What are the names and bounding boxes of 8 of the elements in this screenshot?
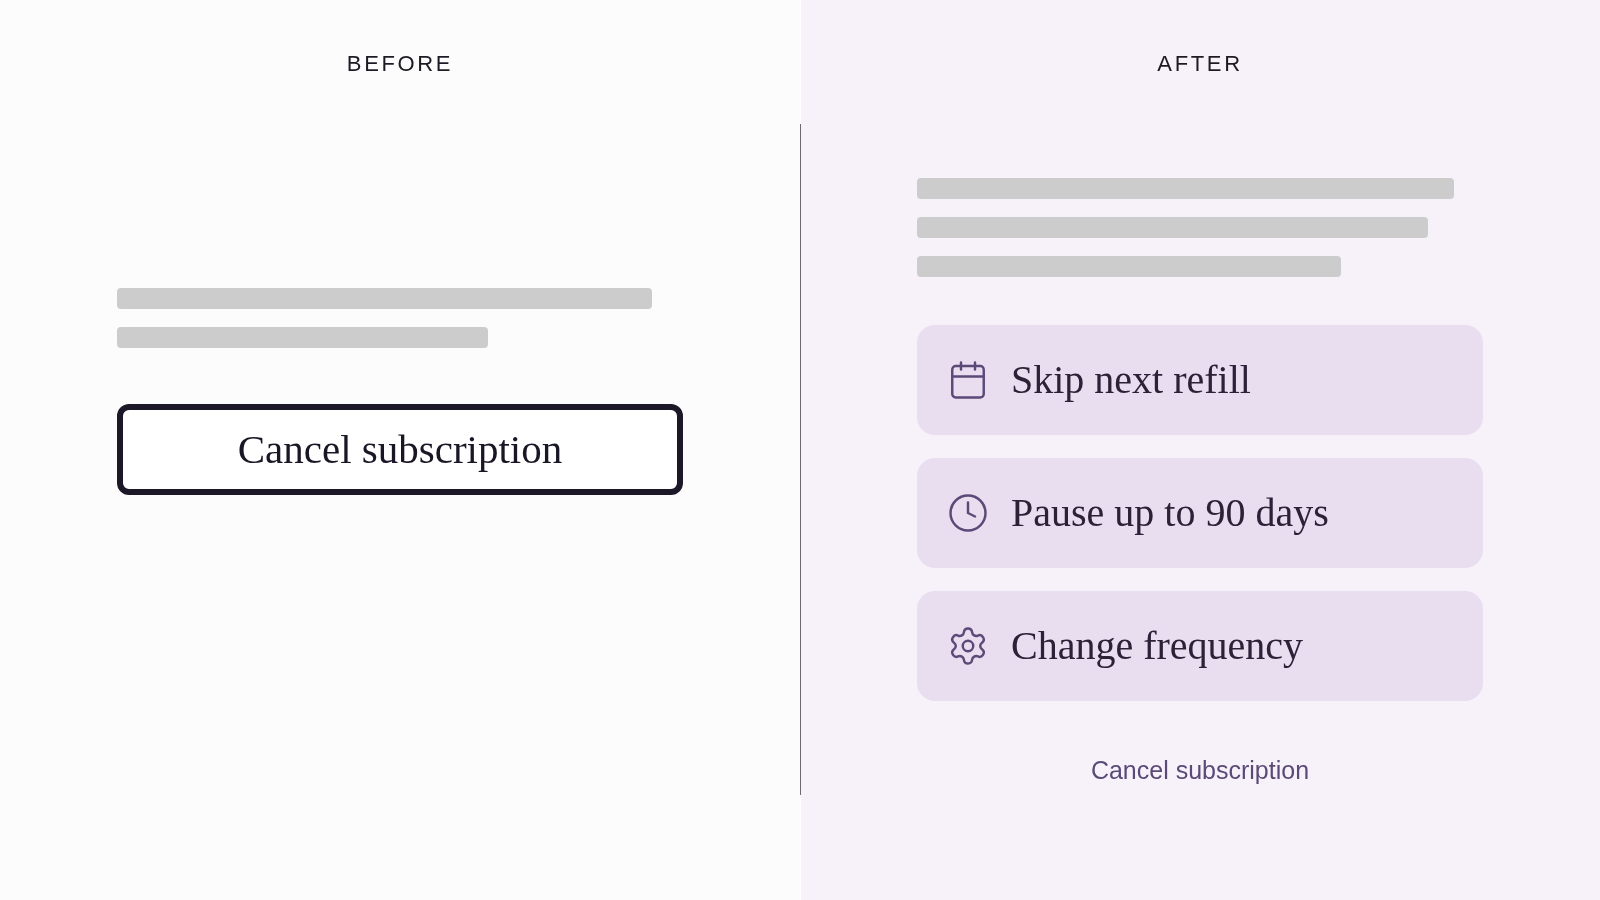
panel-heading: BEFORE xyxy=(346,50,454,78)
cancel-subscription-button[interactable]: Cancel subscription xyxy=(117,404,683,495)
clock-icon xyxy=(947,492,989,534)
option-button[interactable]: Pause up to 90 days xyxy=(917,458,1483,568)
option-button[interactable]: Skip next refill xyxy=(917,325,1483,435)
cancel-subscription-link[interactable]: Cancel subscription xyxy=(1090,755,1310,785)
panel-heading: AFTER xyxy=(1157,50,1243,78)
option-button[interactable]: Change frequency xyxy=(917,591,1483,701)
